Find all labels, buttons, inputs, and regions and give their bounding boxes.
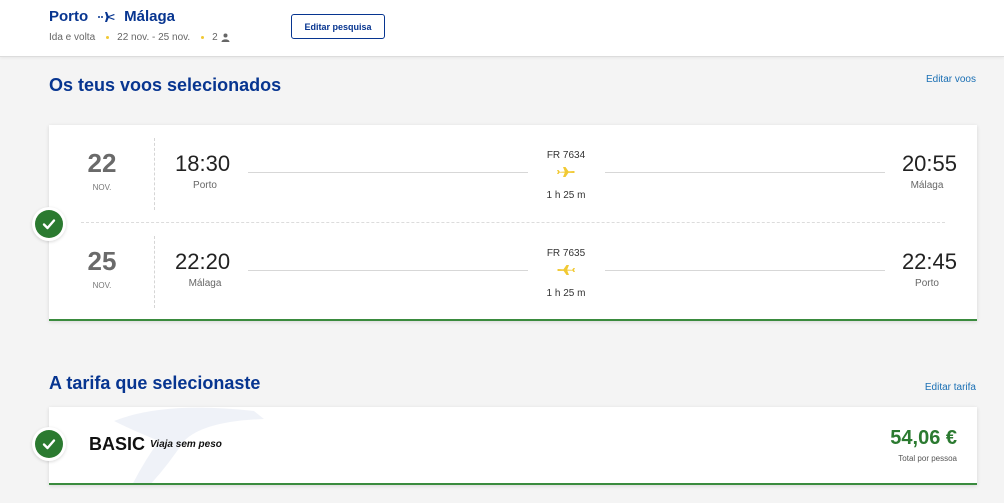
- arrival-time: 22:45: [901, 249, 957, 274]
- route-line: [248, 172, 528, 173]
- flight-day: 25: [87, 246, 117, 276]
- fare-selected-badge: [32, 427, 66, 461]
- route-line: [248, 270, 528, 271]
- departure-time: 22:20: [175, 249, 231, 274]
- origin-city: Porto: [49, 8, 89, 25]
- plane-icon: [556, 165, 576, 179]
- fare-name: BASIC: [89, 434, 146, 454]
- fare-section-title: A tarifa que selecionaste: [49, 373, 261, 393]
- flight-number: FR 7635: [546, 248, 586, 259]
- trip-meta: Ida e volta 22 nov. - 25 nov. 2: [49, 32, 230, 43]
- separator-dot: [106, 36, 110, 39]
- separator-dot: [201, 36, 205, 39]
- departure-time: 18:30: [175, 151, 231, 176]
- check-icon: [35, 430, 63, 458]
- flight-row-return[interactable]: 25 NOV. 22:20 Málaga FR 7635 1 h 25 m 22…: [49, 236, 977, 308]
- edit-fare-link[interactable]: Editar tarifa: [925, 382, 976, 393]
- arrival-time: 20:55: [901, 151, 957, 176]
- flight-duration: 1 h 25 m: [546, 190, 586, 201]
- flights-section-title: Os teus voos selecionados: [49, 75, 282, 95]
- fare-description: Viaja sem peso: [150, 439, 222, 450]
- departure-city: Porto: [193, 180, 217, 191]
- flight-month: NOV.: [92, 183, 112, 192]
- selected-fare-card: BASIC Viaja sem peso 54,06 € Total por p…: [49, 407, 977, 485]
- check-icon: [35, 210, 63, 238]
- trip-type: Ida e volta: [49, 32, 96, 43]
- flight-row-outbound[interactable]: 22 NOV. 18:30 Porto FR 7634 1 h 25 m 20:…: [49, 138, 977, 210]
- passenger-count: 2: [212, 32, 218, 43]
- edit-search-button[interactable]: Editar pesquisa: [291, 14, 385, 39]
- route-line: [605, 172, 885, 173]
- plane-icon: [556, 263, 576, 277]
- arrival-city: Porto: [915, 278, 939, 289]
- flight-month: NOV.: [92, 281, 112, 290]
- destination-city: Málaga: [124, 8, 176, 25]
- flight-date: 25 NOV.: [49, 236, 155, 308]
- arrival-city: Málaga: [910, 180, 944, 191]
- row-divider: [81, 222, 945, 223]
- flight-duration: 1 h 25 m: [546, 288, 586, 299]
- fare-price: 54,06 €: [890, 427, 957, 449]
- flight-day: 22: [87, 148, 117, 178]
- route-summary: Porto Málaga: [49, 8, 175, 25]
- person-icon: [221, 33, 230, 42]
- departure-city: Málaga: [188, 278, 222, 289]
- edit-flights-link[interactable]: Editar voos: [926, 74, 976, 85]
- search-summary-header: Porto Málaga Ida e volta 22 nov. - 25 no…: [0, 0, 1004, 57]
- plane-icon: [96, 10, 116, 24]
- flights-selected-badge: [32, 207, 66, 241]
- fare-price-label: Total por pessoa: [898, 454, 957, 463]
- route-line: [605, 270, 885, 271]
- trip-dates: 22 nov. - 25 nov.: [117, 32, 191, 43]
- flight-number: FR 7634: [546, 150, 586, 161]
- selected-flights-card: 22 NOV. 18:30 Porto FR 7634 1 h 25 m 20:…: [49, 125, 977, 321]
- flight-date: 22 NOV.: [49, 138, 155, 210]
